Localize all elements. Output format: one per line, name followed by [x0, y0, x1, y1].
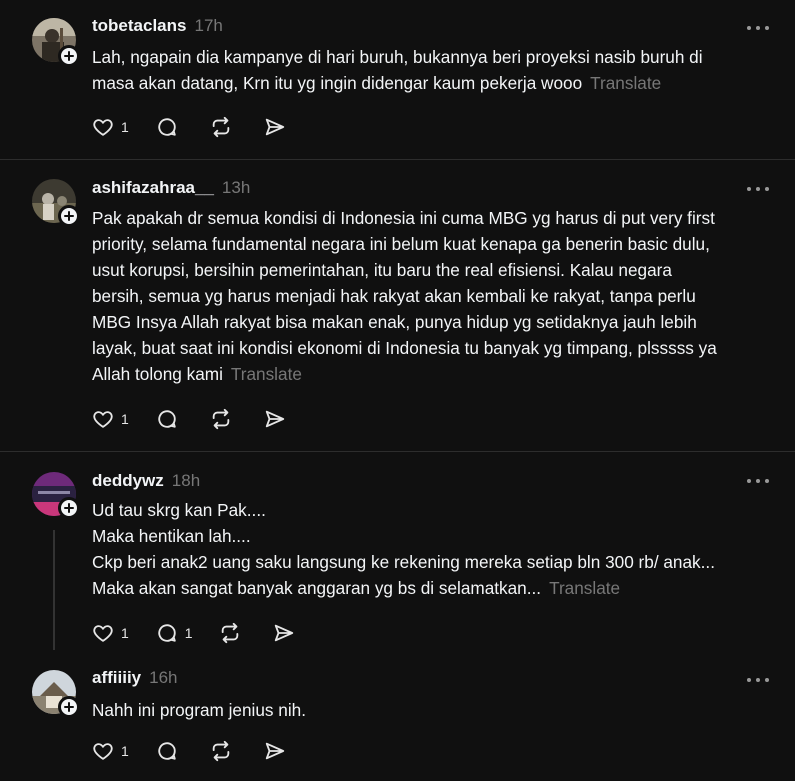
text-line: usut korupsi, bersihin pemerintahan, itu… — [92, 260, 672, 280]
follow-plus-icon[interactable] — [58, 45, 80, 67]
text-line-content: Maka akan sangat banyak anggaran yg bs d… — [92, 578, 542, 598]
text-line: layak, buat saat ini kondisi ekonomi di … — [92, 338, 717, 358]
timestamp[interactable]: 17h — [194, 16, 222, 36]
translate-link[interactable]: Translate — [549, 578, 620, 598]
username[interactable]: ashifazahraa__ — [92, 178, 214, 198]
like-count: 1 — [121, 625, 129, 641]
heart-icon — [93, 411, 113, 428]
username[interactable]: tobetaclans — [92, 16, 186, 36]
text-line: masa akan datang, Krn itu yg ingin diden… — [92, 70, 772, 96]
post-text: Nahh ini program jenius nih. — [92, 697, 772, 723]
text-line: Allah tolong kami Translate — [92, 361, 772, 387]
repost-button[interactable] — [210, 739, 232, 763]
thread-line — [53, 530, 55, 650]
reply-count: 1 — [184, 625, 193, 641]
text-line: Pak apakah dr semua kondisi di Indonesia… — [92, 208, 715, 228]
text-line: priority, selama fundamental negara ini … — [92, 234, 710, 254]
post-text: Ud tau skrg kan Pak.... Maka hentikan la… — [92, 497, 772, 601]
reply-button[interactable]: 1 — [156, 621, 193, 645]
comment-icon — [158, 118, 176, 136]
more-icon[interactable] — [747, 25, 769, 31]
share-button[interactable] — [264, 407, 286, 431]
translate-link[interactable]: Translate — [231, 364, 302, 384]
post-2: ashifazahraa__ 13h Pak apakah dr semua k… — [0, 160, 795, 451]
reply-button[interactable] — [156, 739, 178, 763]
post-text: Pak apakah dr semua kondisi di Indonesia… — [92, 205, 772, 387]
heart-icon — [93, 625, 113, 642]
repost-button[interactable] — [210, 407, 232, 431]
text-line: Ckp beri anak2 uang saku langsung ke rek… — [92, 552, 715, 572]
share-icon — [274, 624, 293, 642]
comment-icon — [158, 624, 176, 642]
repost-icon — [212, 116, 230, 138]
username[interactable]: deddywz — [92, 471, 164, 491]
follow-plus-icon[interactable] — [58, 205, 80, 227]
text-line: bersih, semua yg harus menjadi hak rakya… — [92, 286, 696, 306]
repost-button[interactable] — [219, 621, 241, 645]
follow-plus-icon[interactable] — [58, 696, 80, 718]
more-icon[interactable] — [747, 478, 769, 484]
like-count: 1 — [121, 743, 129, 759]
repost-icon — [212, 740, 230, 762]
post-1: tobetaclans 17h Lah, ngapain dia kampany… — [0, 0, 795, 160]
text-line: Ud tau skrg kan Pak.... — [92, 500, 266, 520]
repost-icon — [221, 622, 238, 644]
repost-icon — [212, 408, 230, 430]
share-icon — [265, 410, 284, 428]
like-button[interactable]: 1 — [92, 739, 129, 763]
more-icon[interactable] — [747, 677, 769, 683]
repost-button[interactable] — [210, 115, 232, 139]
reply-button[interactable] — [156, 115, 178, 139]
post-text: Lah, ngapain dia kampanye di hari buruh,… — [92, 44, 772, 96]
like-count: 1 — [121, 411, 129, 427]
share-button[interactable] — [264, 739, 286, 763]
share-icon — [265, 118, 284, 136]
translate-link[interactable]: Translate — [590, 73, 661, 93]
text-line-content: Allah tolong kami — [92, 364, 223, 384]
share-icon — [265, 742, 284, 760]
like-button[interactable]: 1 — [92, 407, 129, 431]
heart-icon — [93, 119, 113, 136]
comment-icon — [158, 742, 176, 760]
text-line: Maka akan sangat banyak anggaran yg bs d… — [92, 575, 772, 601]
reply-button[interactable] — [156, 407, 178, 431]
post-3: deddywz 18h Ud tau skrg kan Pak.... Maka… — [0, 452, 795, 660]
more-icon[interactable] — [747, 186, 769, 192]
text-line-content: masa akan datang, Krn itu yg ingin diden… — [92, 73, 583, 93]
share-button[interactable] — [264, 115, 286, 139]
like-button[interactable]: 1 — [92, 115, 129, 139]
post-4: affiiiiy 16h Nahh ini program jenius nih… — [0, 660, 795, 781]
timestamp[interactable]: 18h — [172, 471, 200, 491]
heart-icon — [93, 743, 113, 760]
share-button[interactable] — [273, 621, 295, 645]
follow-plus-icon[interactable] — [58, 497, 80, 519]
timestamp[interactable]: 16h — [149, 668, 177, 688]
text-line: MBG Insya Allah rakyat bisa makan enak, … — [92, 312, 697, 332]
like-count: 1 — [121, 119, 129, 135]
text-line: Nahh ini program jenius nih. — [92, 700, 307, 720]
text-line: Maka hentikan lah.... — [92, 526, 251, 546]
text-line: Lah, ngapain dia kampanye di hari buruh,… — [92, 47, 703, 67]
comment-icon — [158, 410, 176, 428]
timestamp[interactable]: 13h — [222, 178, 250, 198]
like-button[interactable]: 1 — [92, 621, 129, 645]
username[interactable]: affiiiiy — [92, 668, 141, 688]
